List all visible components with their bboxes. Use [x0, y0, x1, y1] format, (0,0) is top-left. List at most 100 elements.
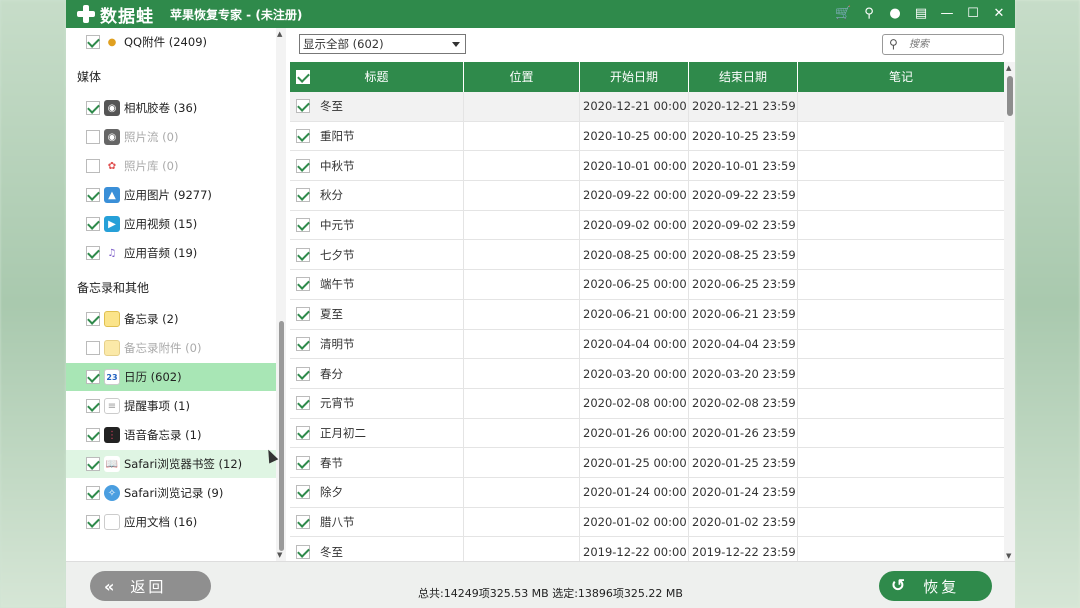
checkbox[interactable] [86, 35, 100, 49]
row-checkbox[interactable] [296, 336, 310, 351]
checkbox[interactable] [86, 341, 100, 355]
row-checkbox[interactable] [296, 158, 310, 173]
sidebar-item-app-audio[interactable]: ♫ 应用音频 (19) [66, 239, 276, 267]
row-checkbox[interactable] [296, 396, 310, 411]
table-row[interactable]: 春节 2020-01-25 00:00 2020-01-25 23:59 [290, 448, 1004, 478]
sidebar-item-photo-library[interactable]: ✿ 照片库 (0) [66, 152, 276, 180]
cart-icon[interactable]: 🛒 [835, 0, 851, 28]
scroll-up-icon[interactable]: ▲ [277, 30, 282, 38]
row-checkbox[interactable] [296, 425, 310, 440]
cell-title: 春节 [290, 448, 464, 477]
sidebar-item-qq-attachments[interactable]: ● QQ附件 (2409) [66, 28, 276, 56]
sidebar-item-voice-memos[interactable]: ⋮ 语音备忘录 (1) [66, 421, 276, 449]
sidebar-item-photo-stream[interactable]: ◉ 照片流 (0) [66, 123, 276, 151]
checkbox[interactable] [86, 399, 100, 413]
close-icon[interactable]: ✕ [991, 0, 1007, 28]
sidebar-item-app-documents[interactable]: 应用文档 (16) [66, 508, 276, 536]
cell-notes [798, 300, 1004, 329]
table-row[interactable]: 清明节 2020-04-04 00:00 2020-04-04 23:59 [290, 329, 1004, 360]
checkbox[interactable] [86, 188, 100, 202]
restore-button[interactable]: ↺ 恢复 [879, 571, 992, 601]
table-row[interactable]: 元宵节 2020-02-08 00:00 2020-02-08 23:59 [290, 388, 1004, 419]
checkbox[interactable] [86, 515, 100, 529]
table-row[interactable]: 冬至 2020-12-21 00:00 2020-12-21 23:59 [290, 92, 1004, 122]
cell-location [464, 240, 580, 270]
table-row[interactable]: 夏至 2020-06-21 00:00 2020-06-21 23:59 [290, 299, 1004, 330]
checkbox[interactable] [86, 312, 100, 326]
cell-title: 春分 [290, 359, 464, 388]
column-header-notes[interactable]: 笔记 [798, 62, 1004, 92]
row-checkbox[interactable] [296, 307, 310, 322]
cell-title: 清明节 [290, 329, 464, 359]
column-header-start-date[interactable]: 开始日期 [580, 62, 689, 92]
checkbox[interactable] [86, 101, 100, 115]
table-row[interactable]: 七夕节 2020-08-25 00:00 2020-08-25 23:59 [290, 240, 1004, 271]
row-checkbox[interactable] [296, 544, 310, 559]
scrollbar-thumb[interactable] [279, 321, 284, 551]
row-checkbox[interactable] [296, 247, 310, 262]
feedback-icon[interactable]: ▤ [913, 0, 929, 28]
table-row[interactable]: 除夕 2020-01-24 00:00 2020-01-24 23:59 [290, 477, 1004, 508]
image-icon: ▲ [104, 187, 120, 203]
scrollbar-thumb[interactable] [1007, 76, 1013, 116]
sidebar-item-calendar[interactable]: 23 日历 (602) [66, 363, 276, 391]
sidebar-item-note-attachments[interactable]: 备忘录附件 (0) [66, 334, 276, 362]
sidebar-item-safari-history[interactable]: ✧ Safari浏览记录 (9) [66, 479, 276, 507]
table-scrollbar[interactable]: ▲ ▼ [1004, 62, 1015, 562]
sidebar-item-notes[interactable]: 备忘录 (2) [66, 305, 276, 333]
key-icon[interactable]: ⚲ [861, 0, 877, 28]
table-row[interactable]: 中元节 2020-09-02 00:00 2020-09-02 23:59 [290, 210, 1004, 241]
row-checkbox[interactable] [296, 129, 310, 144]
table-row[interactable]: 正月初二 2020-01-26 00:00 2020-01-26 23:59 [290, 418, 1004, 449]
checkbox[interactable] [86, 428, 100, 442]
checkbox[interactable] [86, 130, 100, 144]
select-all-checkbox[interactable] [296, 70, 310, 84]
sidebar-item-label: Safari浏览器书签 (12) [124, 457, 243, 471]
search-box[interactable]: ⚲ [882, 34, 1004, 55]
table-row[interactable]: 重阳节 2020-10-25 00:00 2020-10-25 23:59 [290, 121, 1004, 152]
table-row[interactable]: 中秋节 2020-10-01 00:00 2020-10-01 23:59 [290, 151, 1004, 182]
filter-dropdown[interactable]: 显示全部 (602) [299, 34, 466, 54]
sidebar-item-safari-bookmarks[interactable]: 📖 Safari浏览器书签 (12) [66, 450, 276, 478]
row-checkbox[interactable] [296, 485, 310, 500]
column-header-end-date[interactable]: 结束日期 [689, 62, 798, 92]
table-row[interactable]: 端午节 2020-06-25 00:00 2020-06-25 23:59 [290, 270, 1004, 300]
back-button[interactable]: « 返回 [90, 571, 211, 601]
list-icon: ≡ [104, 398, 120, 414]
sidebar-item-app-photos[interactable]: ▲ 应用图片 (9277) [66, 181, 276, 209]
checkbox[interactable] [86, 159, 100, 173]
table-row[interactable]: 腊八节 2020-01-02 00:00 2020-01-02 23:59 [290, 507, 1004, 538]
row-checkbox[interactable] [296, 277, 310, 292]
maximize-icon[interactable]: ☐ [965, 0, 981, 28]
scroll-down-icon[interactable]: ▼ [1006, 552, 1011, 560]
cell-notes [798, 151, 1004, 180]
sidebar-item-camera-roll[interactable]: ◉ 相机胶卷 (36) [66, 94, 276, 122]
row-checkbox[interactable] [296, 514, 310, 529]
table-row[interactable]: 春分 2020-03-20 00:00 2020-03-20 23:59 [290, 359, 1004, 389]
checkbox[interactable] [86, 370, 100, 384]
checkbox[interactable] [86, 486, 100, 500]
sidebar-scrollbar[interactable]: ▲ ▼ [276, 28, 286, 561]
row-checkbox[interactable] [296, 366, 310, 381]
minimize-icon[interactable]: — [939, 0, 955, 28]
sidebar-item-app-videos[interactable]: ▶ 应用视频 (15) [66, 210, 276, 238]
scroll-up-icon[interactable]: ▲ [1006, 64, 1011, 72]
row-checkbox[interactable] [296, 455, 310, 470]
row-checkbox[interactable] [296, 99, 310, 114]
checkbox[interactable] [86, 457, 100, 471]
row-checkbox[interactable] [296, 218, 310, 233]
safari-icon: ✧ [104, 485, 120, 501]
table-row[interactable]: 冬至 2019-12-22 00:00 2019-12-22 23:59 [290, 537, 1004, 562]
checkbox[interactable] [86, 246, 100, 260]
cell-title: 中秋节 [290, 151, 464, 181]
row-checkbox[interactable] [296, 188, 310, 203]
checkbox[interactable] [86, 217, 100, 231]
column-header-location[interactable]: 位置 [464, 62, 580, 92]
sidebar-item-reminders[interactable]: ≡ 提醒事项 (1) [66, 392, 276, 420]
scroll-down-icon[interactable]: ▼ [277, 551, 282, 559]
table-row[interactable]: 秋分 2020-09-22 00:00 2020-09-22 23:59 [290, 181, 1004, 211]
chat-icon[interactable]: ● [887, 0, 903, 28]
filter-dropdown-value: 显示全部 (602) [303, 37, 384, 51]
column-header-title[interactable]: 标题 [290, 62, 464, 92]
search-input[interactable] [909, 37, 999, 52]
